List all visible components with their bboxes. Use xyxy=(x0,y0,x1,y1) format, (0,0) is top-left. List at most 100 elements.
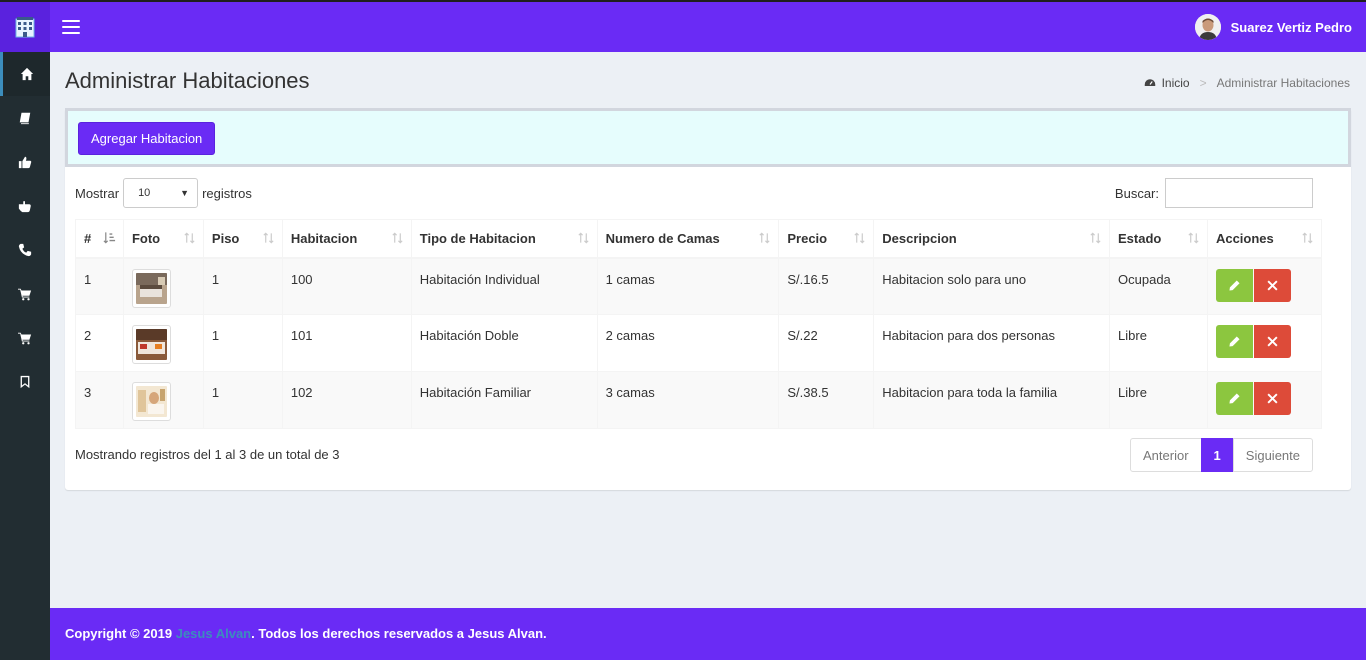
box-header: Agregar Habitacion xyxy=(65,108,1351,167)
hotel-logo-icon xyxy=(15,17,35,38)
search-input[interactable] xyxy=(1165,178,1313,208)
table-row: 3 1 102 Habitación Familiar 3 camas S/.3… xyxy=(75,371,1323,429)
delete-button[interactable] xyxy=(1253,325,1291,358)
cell-status: Libre xyxy=(1109,314,1208,372)
pencil-icon xyxy=(1229,279,1240,291)
sidebar-item-book[interactable] xyxy=(0,96,50,140)
footer-author-link[interactable]: Jesus Alvan xyxy=(176,626,251,641)
chevron-down-icon: ▼ xyxy=(180,188,190,198)
rooms-table: # Foto Piso Habitacion Tipo de Habitacio… xyxy=(75,219,1323,429)
sort-both-icon xyxy=(1090,232,1101,244)
breadcrumb-current: Administrar Habitaciones xyxy=(1216,76,1350,90)
breadcrumb: Inicio > Administrar Habitaciones xyxy=(1144,76,1350,90)
edit-button[interactable] xyxy=(1215,382,1253,415)
cell-floor: 1 xyxy=(202,257,283,315)
sidebar-item-home[interactable] xyxy=(0,52,50,96)
cell-status: Libre xyxy=(1109,371,1208,429)
table-row: 1 1 100 Habitación Individual 1 camas S/… xyxy=(75,257,1323,315)
table-controls: Mostrar 10 ▼ registros Buscar: xyxy=(65,167,1351,219)
book-icon xyxy=(19,112,31,125)
sidebar-item-thumbs-up[interactable] xyxy=(0,140,50,184)
edit-button[interactable] xyxy=(1215,325,1253,358)
delete-button[interactable] xyxy=(1253,382,1291,415)
column-header-status[interactable]: Estado xyxy=(1109,219,1208,259)
sort-both-icon xyxy=(854,232,865,244)
search-control: Buscar: xyxy=(1115,178,1313,208)
page-length-control: Mostrar 10 ▼ registros xyxy=(75,178,252,208)
room-photo-image xyxy=(135,329,167,360)
sidebar-toggle-button[interactable] xyxy=(62,18,80,36)
room-thumbnail[interactable] xyxy=(131,325,171,364)
sort-asc-icon xyxy=(103,232,116,244)
column-header-room-type[interactable]: Tipo de Habitacion xyxy=(410,219,598,259)
logo[interactable] xyxy=(0,2,50,52)
cell-room-type: Habitación Individual xyxy=(410,257,598,315)
cart-icon xyxy=(18,332,32,345)
sort-both-icon xyxy=(392,232,403,244)
footer: Copyright © 2019 Jesus Alvan. Todos los … xyxy=(50,608,1366,660)
sidebar-item-hand[interactable] xyxy=(0,184,50,228)
breadcrumb-separator: > xyxy=(1199,76,1207,90)
sort-both-icon xyxy=(577,232,589,244)
sort-both-icon xyxy=(759,232,770,244)
column-header-room[interactable]: Habitacion xyxy=(281,219,412,259)
sidebar-item-cart-1[interactable] xyxy=(0,272,50,316)
page-length-value: 10 xyxy=(138,187,151,199)
cell-price: S/.22 xyxy=(778,314,875,372)
close-icon xyxy=(1267,393,1278,404)
add-room-button[interactable]: Agregar Habitacion xyxy=(78,122,216,155)
footer-copyright: Copyright © 2019 xyxy=(65,626,176,641)
page-length-select[interactable]: 10 ▼ xyxy=(123,178,199,208)
sort-both-icon xyxy=(1302,232,1313,244)
sidebar-item-phone[interactable] xyxy=(0,228,50,272)
search-label: Buscar: xyxy=(1114,185,1159,201)
sidebar-item-bookmark[interactable] xyxy=(0,360,50,404)
cell-floor: 1 xyxy=(202,314,283,372)
cell-photo xyxy=(122,314,204,372)
cart-icon xyxy=(18,288,32,301)
cell-photo xyxy=(122,257,204,315)
cell-floor: 1 xyxy=(202,371,283,429)
pencil-icon xyxy=(1229,393,1240,404)
column-header-photo[interactable]: Foto xyxy=(122,219,204,259)
room-photo-image xyxy=(135,272,167,304)
rooms-box: Agregar Habitacion Mostrar 10 ▼ registro… xyxy=(65,108,1351,490)
footer-rights: . Todos los derechos reservados a Jesus … xyxy=(251,626,547,641)
pagination: Anterior 1 Siguiente xyxy=(1130,438,1313,472)
cell-room: 102 xyxy=(281,371,412,429)
pagination-page-1[interactable]: 1 xyxy=(1200,438,1234,472)
column-header-description[interactable]: Descripcion xyxy=(873,219,1111,259)
room-photo-image xyxy=(135,386,167,417)
cell-price: S/.38.5 xyxy=(778,371,875,429)
main-content: Administrar Habitaciones Inicio > Admini… xyxy=(50,52,1366,608)
sort-both-icon xyxy=(1188,232,1199,244)
cell-number: 3 xyxy=(75,371,124,429)
sidebar xyxy=(0,52,50,660)
show-label: Mostrar xyxy=(75,185,120,201)
delete-button[interactable] xyxy=(1253,268,1291,302)
column-header-beds[interactable]: Numero de Camas xyxy=(596,219,780,259)
cell-price: S/.16.5 xyxy=(778,257,875,315)
pagination-next[interactable]: Siguiente xyxy=(1232,438,1313,472)
user-name: Suarez Vertiz Pedro xyxy=(1230,19,1352,35)
thumbs-up-icon xyxy=(18,156,32,169)
room-thumbnail[interactable] xyxy=(131,382,171,421)
cell-number: 1 xyxy=(75,257,124,315)
cell-room: 101 xyxy=(281,314,412,372)
cell-room-type: Habitación Familiar xyxy=(410,371,598,429)
user-menu[interactable]: Suarez Vertiz Pedro xyxy=(1194,14,1352,40)
column-header-floor[interactable]: Piso xyxy=(202,219,283,259)
cell-photo xyxy=(122,371,204,429)
cell-room-type: Habitación Doble xyxy=(410,314,598,372)
breadcrumb-home-link[interactable]: Inicio xyxy=(1162,76,1190,90)
top-navbar: Suarez Vertiz Pedro xyxy=(0,0,1366,52)
page-title: Administrar Habitaciones xyxy=(65,68,310,93)
sidebar-item-cart-2[interactable] xyxy=(0,316,50,360)
room-thumbnail[interactable] xyxy=(131,268,171,308)
column-header-price[interactable]: Precio xyxy=(778,219,875,259)
pagination-previous[interactable]: Anterior xyxy=(1130,438,1202,472)
home-icon xyxy=(20,67,33,81)
edit-button[interactable] xyxy=(1215,268,1253,302)
column-header-number[interactable]: # xyxy=(75,219,124,259)
column-header-actions[interactable]: Acciones xyxy=(1206,219,1323,259)
